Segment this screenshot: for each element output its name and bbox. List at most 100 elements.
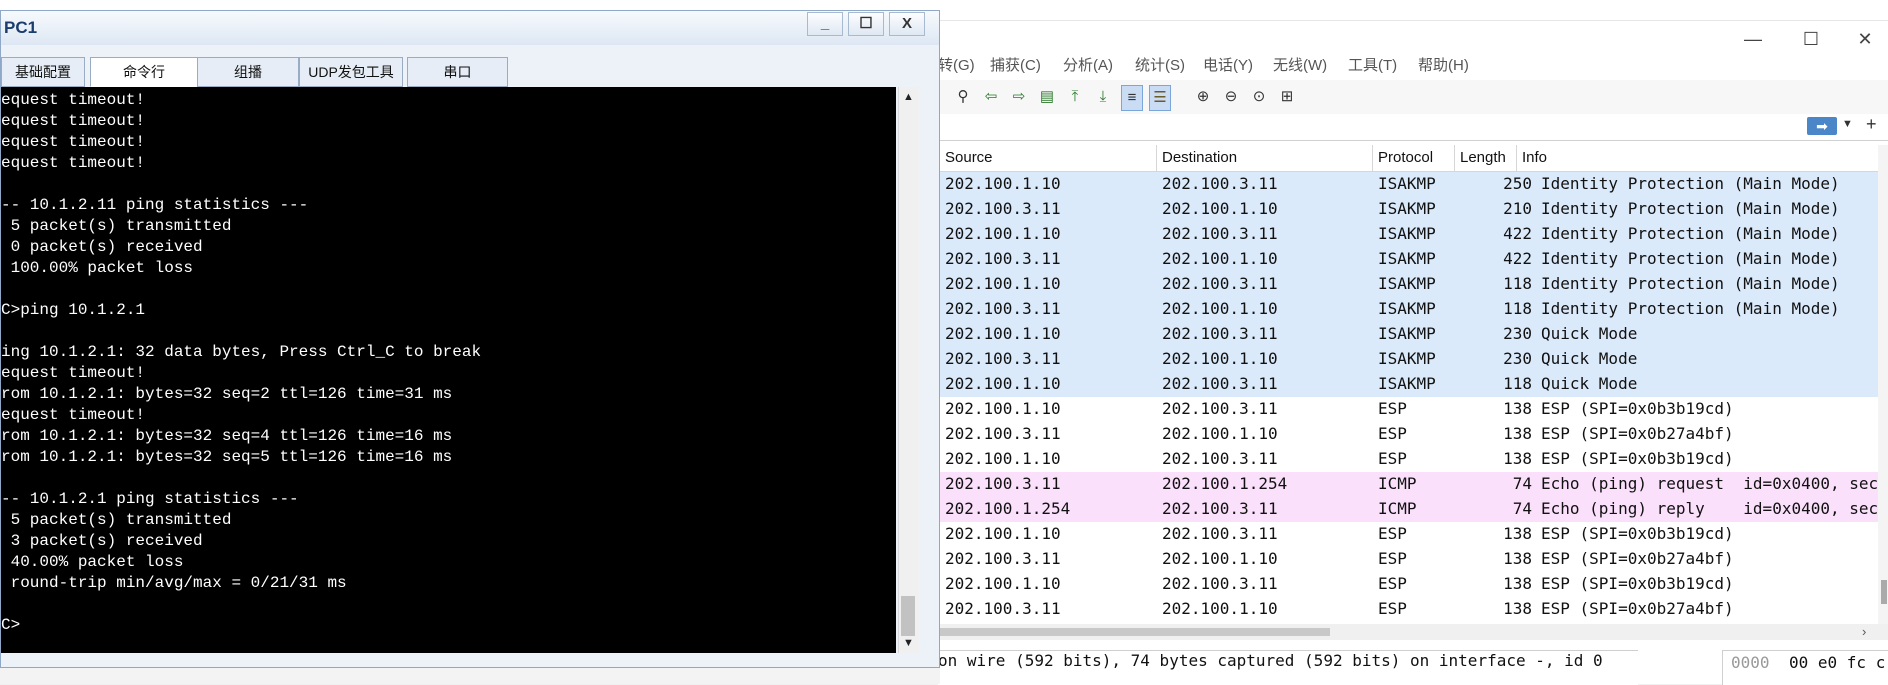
packet-row[interactable]: 202.100.1.10 202.100.3.11 ESP 138 ESP (SPI=0… [938,522,1878,547]
minimize-button[interactable]: — [1730,22,1776,56]
add-filter-button[interactable]: + [1866,114,1877,135]
packet-source: 202.100.1.10 [945,174,1061,193]
terminal-line: C> [1,616,21,634]
tab-basic-config[interactable]: 基础配置 [1,57,85,87]
packet-row[interactable]: 202.100.1.10 202.100.3.11 ISAKMP 230 Quick M… [938,322,1878,347]
column-source[interactable]: Source [945,149,993,166]
display-filter-input[interactable] [938,114,1888,141]
column-destination[interactable]: Destination [1162,149,1237,166]
apply-arrow-icon[interactable]: ➡ [1807,117,1837,135]
packet-protocol: ICMP [1378,499,1417,518]
column-divider[interactable] [1454,145,1455,171]
packet-info: Echo (ping) request id=0x0400, sec [1541,474,1878,493]
packet-info: ESP (SPI=0x0b27a4bf) [1541,599,1734,618]
menu-wireless[interactable]: 无线(W) [1273,54,1327,75]
packet-info: Identity Protection (Main Mode) [1541,174,1840,193]
menu-statistics[interactable]: 统计(S) [1135,54,1185,75]
colorize-icon[interactable]: ☰ [1149,85,1171,111]
packet-row[interactable]: 202.100.3.11 202.100.1.10 ISAKMP 230 Quick M… [938,347,1878,372]
packet-source: 202.100.3.11 [945,299,1061,318]
packet-length: 250 [1503,174,1532,193]
menu-telephony[interactable]: 电话(Y) [1203,54,1253,75]
packet-row[interactable]: 202.100.3.11 202.100.1.10 ESP 138 ESP (SPI=0… [938,547,1878,572]
maximize-button[interactable]: ☐ [1788,22,1834,56]
resize-columns-icon[interactable]: ⊞ [1277,87,1297,107]
zoom-out-icon[interactable]: ⊖ [1221,87,1241,107]
last-packet-icon[interactable]: ⤓ [1093,87,1113,107]
scroll-down-icon[interactable]: ▼ [903,637,914,649]
packet-protocol: ESP [1378,399,1407,418]
tab-serial[interactable]: 串口 [407,57,508,87]
tab-command-line[interactable]: 命令行 [90,57,198,87]
pc1-titlebar[interactable]: PC1 [1,11,939,45]
go-back-icon[interactable]: ⇦ [981,87,1001,107]
packet-list-scrollbar[interactable] [1878,145,1888,625]
chevron-down-icon[interactable]: ▼ [1842,118,1853,130]
scrollbar-thumb[interactable] [938,628,1330,636]
scrollbar-thumb[interactable] [1881,580,1887,604]
go-to-packet-icon[interactable]: ▤ [1037,87,1057,107]
packet-row[interactable]: 202.100.3.11 202.100.1.10 ISAKMP 118 Identit… [938,297,1878,322]
column-divider[interactable] [1372,145,1373,171]
zoom-in-icon[interactable]: ⊕ [1193,87,1213,107]
find-icon[interactable]: ⚲ [953,87,973,107]
menu-go[interactable]: 转(G) [938,54,975,75]
packet-row[interactable]: 202.100.1.10 202.100.3.11 ISAKMP 118 Quick M… [938,372,1878,397]
packet-row[interactable]: 202.100.3.11 202.100.1.10 ESP 138 ESP (SPI=0… [938,597,1878,622]
column-divider[interactable] [1516,145,1517,171]
chevron-right-icon[interactable]: › [1862,624,1866,639]
tab-udp-tool[interactable]: UDP发包工具 [299,57,403,87]
hex-offset: 0000 [1731,653,1770,672]
packet-details-pane[interactable]: on wire (592 bits), 74 bytes captured (5… [938,650,1638,685]
menu-capture[interactable]: 捕获(C) [990,54,1041,75]
scroll-up-icon[interactable]: ▲ [903,91,914,103]
packet-info: Identity Protection (Main Mode) [1541,274,1840,293]
packet-length: 230 [1503,349,1532,368]
packet-row[interactable]: 202.100.1.254 202.100.3.11 ICMP 74 Echo (pin… [938,497,1878,522]
menu-analyze[interactable]: 分析(A) [1063,54,1113,75]
packet-length: 118 [1503,299,1532,318]
autoscroll-icon[interactable]: ≡ [1121,85,1143,111]
pc1-close-button[interactable]: X [889,12,925,36]
packet-length: 118 [1503,374,1532,393]
packet-row[interactable]: 202.100.3.11 202.100.1.10 ISAKMP 422 Identit… [938,247,1878,272]
scrollbar-thumb[interactable] [901,596,915,636]
column-length[interactable]: Length [1460,149,1506,166]
column-info[interactable]: Info [1522,149,1547,166]
packet-row[interactable]: 202.100.3.11 202.100.1.10 ISAKMP 210 Identit… [938,197,1878,222]
pc1-maximize-button[interactable]: ☐ [848,12,884,36]
column-divider[interactable] [1156,145,1157,171]
packet-row[interactable]: 202.100.1.10 202.100.3.11 ISAKMP 250 Identit… [938,172,1878,197]
packet-row[interactable]: 202.100.3.11 202.100.1.254 ICMP 74 Echo (pin… [938,472,1878,497]
terminal-line: equest timeout! [1,133,146,151]
pc1-window: PC1 _ ☐ X 基础配置 命令行 组播 UDP发包工具 串口 equest … [0,10,940,668]
packet-source: 202.100.1.10 [945,524,1061,543]
menu-help[interactable]: 帮助(H) [1418,54,1469,75]
packet-row[interactable]: 202.100.1.10 202.100.3.11 ESP 138 ESP (SPI=0… [938,447,1878,472]
packet-row[interactable]: 202.100.1.10 202.100.3.11 ESP 138 ESP (SPI=0… [938,572,1878,597]
packet-protocol: ESP [1378,549,1407,568]
zoom-reset-icon[interactable]: ⊙ [1249,87,1269,107]
packet-bytes-pane[interactable]: 0000 00 e0 fc c [1722,650,1888,685]
close-button[interactable]: ✕ [1842,22,1888,56]
first-packet-icon[interactable]: ⤒ [1065,87,1085,107]
packet-info: ESP (SPI=0x0b3b19cd) [1541,524,1734,543]
packet-destination: 202.100.1.10 [1162,199,1278,218]
go-forward-icon[interactable]: ⇨ [1009,87,1029,107]
packet-info: Identity Protection (Main Mode) [1541,249,1840,268]
packet-row[interactable]: 202.100.1.10 202.100.3.11 ESP 138 ESP (SPI=0… [938,397,1878,422]
packet-row[interactable]: 202.100.3.11 202.100.1.10 ESP 138 ESP (SPI=0… [938,422,1878,447]
pc1-minimize-button[interactable]: _ [807,12,843,36]
packet-source: 202.100.1.10 [945,399,1061,418]
column-protocol[interactable]: Protocol [1378,149,1433,166]
hex-bytes: 00 e0 fc c [1789,653,1886,672]
terminal-line: rom 10.1.2.1: bytes=32 seq=2 ttl=126 tim… [1,385,453,403]
tab-multicast[interactable]: 组播 [197,57,299,87]
menu-tools[interactable]: 工具(T) [1348,54,1397,75]
terminal-scrollbar[interactable] [898,87,919,653]
packet-protocol: ISAKMP [1378,224,1436,243]
command-line-terminal[interactable]: equest timeout! equest timeout! equest tim… [1,87,896,653]
packet-row[interactable]: 202.100.1.10 202.100.3.11 ISAKMP 118 Identit… [938,272,1878,297]
packet-row[interactable]: 202.100.1.10 202.100.3.11 ISAKMP 422 Identit… [938,222,1878,247]
packet-destination: 202.100.3.11 [1162,274,1278,293]
